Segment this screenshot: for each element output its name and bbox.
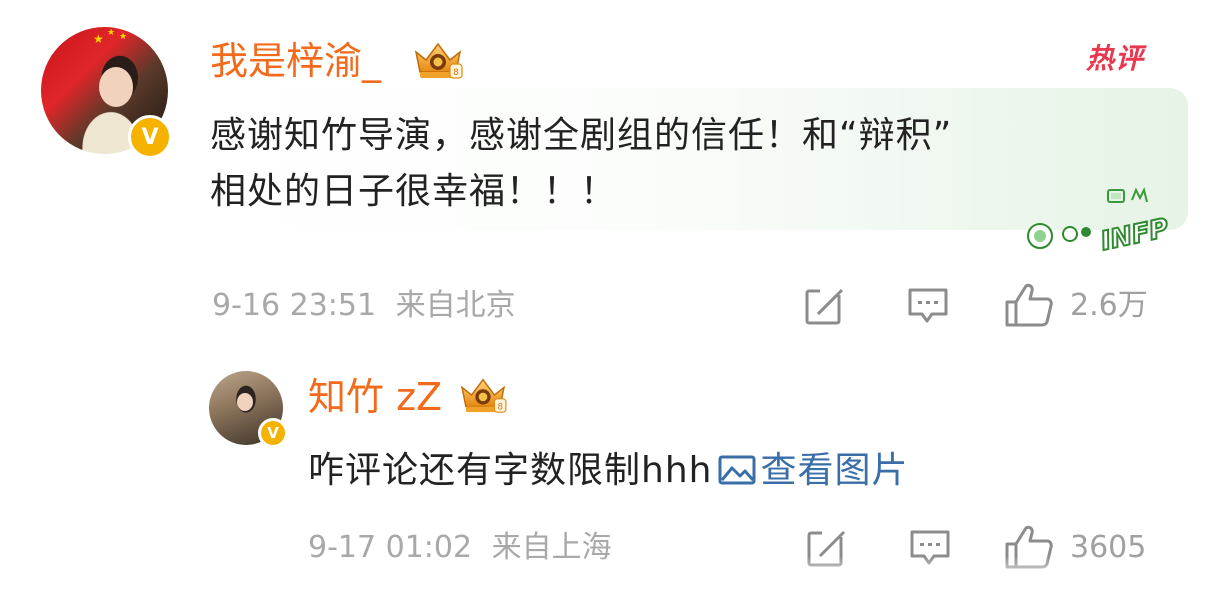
share-icon[interactable] [804, 286, 848, 326]
comment-text-line: 相处的日子很幸福！！！ [210, 171, 618, 212]
reply-username[interactable]: 知竹 zZ [308, 374, 442, 420]
bottom-fade [0, 556, 1206, 600]
reply-text: 咋评论还有字数限制hhh 查看图片 [308, 446, 908, 496]
svg-text:8: 8 [453, 68, 459, 78]
crown-icon: 8 [414, 42, 463, 79]
flag-star-icon: ★ [119, 32, 128, 42]
comment-text-line: 感谢知竹导演，感谢全剧组的信任！和“辩积” [210, 115, 953, 156]
comment-location: 来自北京 [395, 288, 516, 323]
hot-comment-badge: 热评 [1086, 42, 1145, 75]
image-icon[interactable] [718, 454, 756, 486]
view-image-link[interactable]: 查看图片 [760, 450, 908, 491]
flag-star-icon: ★ [107, 28, 116, 38]
comment-username[interactable]: 我是梓渝_ [210, 38, 381, 84]
like-count: 2.6万 [1070, 288, 1148, 323]
svg-text:8: 8 [497, 402, 502, 412]
avatar-face [99, 67, 133, 107]
reply-text-body: 咋评论还有字数限制hhh [308, 450, 713, 491]
comment-text: 感谢知竹导演，感谢全剧组的信任！和“辩积” 相处的日子很幸福！！！ [210, 108, 1150, 220]
crown-icon: 8 [460, 378, 507, 413]
infp-label: INFP [1098, 213, 1171, 252]
comment-time: 9-16 23:51 [212, 288, 377, 323]
avatar-face [237, 393, 253, 411]
flag-star-icon: ★ [93, 32, 104, 46]
infp-sticker-icon: INFP [1027, 187, 1172, 252]
comment-meta: 9-16 23:51 来自北京 [212, 288, 516, 324]
verified-badge-icon: V [258, 418, 288, 448]
verified-badge-icon: V [128, 115, 172, 159]
comment-icon[interactable] [906, 286, 950, 326]
like-icon[interactable] [1004, 282, 1054, 328]
